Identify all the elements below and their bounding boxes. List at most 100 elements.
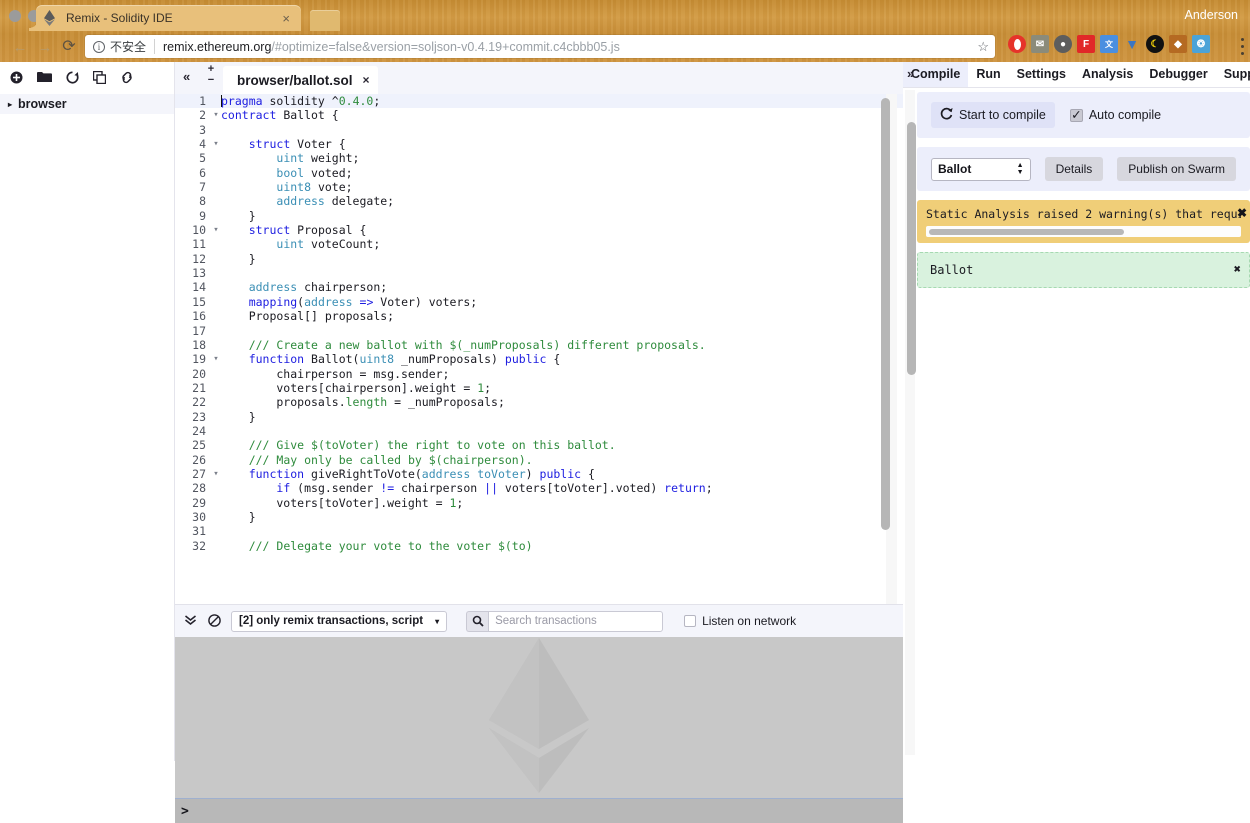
tab-analysis[interactable]: Analysis	[1074, 62, 1141, 87]
window-close-button[interactable]	[9, 10, 21, 22]
code-line[interactable]: 2▾contract Ballot {	[175, 108, 903, 122]
code-line[interactable]: 15 mapping(address => Voter) voters;	[175, 295, 903, 309]
code-line[interactable]: 27▾ function giveRightToVote(address toV…	[175, 467, 903, 481]
code-line[interactable]: 1pragma solidity ^0.4.0;	[175, 94, 903, 108]
new-tab-button[interactable]	[310, 10, 340, 31]
code-line[interactable]: 20 chairperson = msg.sender;	[175, 367, 903, 381]
code-editor[interactable]: 1pragma solidity ^0.4.0;2▾contract Ballo…	[175, 94, 903, 604]
info-circle-icon[interactable]: i	[93, 41, 105, 53]
opera-extension-icon[interactable]	[1008, 35, 1026, 53]
translate-extension-icon[interactable]: 文	[1100, 35, 1118, 53]
reload-icon[interactable]: ⟳	[59, 37, 79, 57]
code-line[interactable]: 10▾ struct Proposal {	[175, 223, 903, 237]
code-line[interactable]: 8 address delegate;	[175, 194, 903, 208]
profile-name[interactable]: Anderson	[1184, 8, 1238, 22]
code-line[interactable]: 19▾ function Ballot(uint8 _numProposals)…	[175, 352, 903, 366]
terminal-output[interactable]	[175, 637, 903, 798]
code-line[interactable]: 18 /// Create a new ballot with $(_numPr…	[175, 338, 903, 352]
auto-compile-checkbox[interactable]: ✓	[1070, 109, 1083, 122]
transaction-filter-select[interactable]: [2] only remix transactions, script ▾	[231, 611, 447, 632]
terminal-prompt[interactable]: >	[175, 798, 903, 823]
compile-result-box[interactable]: Ballot ✖	[917, 252, 1250, 288]
copy-icon[interactable]	[93, 71, 106, 84]
listen-on-network-checkbox[interactable]	[684, 615, 696, 627]
code-line[interactable]: 24	[175, 424, 903, 438]
tab-debugger[interactable]: Debugger	[1141, 62, 1215, 87]
code-line[interactable]: 28 if (msg.sender != chairperson || vote…	[175, 481, 903, 495]
code-line[interactable]: 22 proposals.length = _numProposals;	[175, 395, 903, 409]
code-line[interactable]: 29 voters[toVoter].weight = 1;	[175, 496, 903, 510]
file-tree-node-browser[interactable]: ▸ browser	[0, 94, 174, 114]
new-file-icon[interactable]	[10, 71, 23, 84]
fold-toggle-icon[interactable]: ▾	[211, 137, 221, 151]
contract-select[interactable]: Ballot ▲▼	[931, 158, 1031, 181]
editor-scrollbar-track[interactable]	[886, 94, 897, 604]
code-line[interactable]: 4▾ struct Voter {	[175, 137, 903, 151]
right-panel-scrollbar-thumb[interactable]	[907, 122, 916, 375]
code-line[interactable]: 26 /// May only be called by $(chairpers…	[175, 453, 903, 467]
close-icon[interactable]: ×	[279, 12, 293, 25]
browser-tab[interactable]: Remix - Solidity IDE ×	[36, 5, 301, 31]
tab-run[interactable]: Run	[968, 62, 1008, 87]
browser-menu-icon[interactable]	[1240, 38, 1244, 55]
mail-extension-icon[interactable]: ✉	[1031, 35, 1049, 53]
code-line[interactable]: 17	[175, 324, 903, 338]
moon-extension-icon[interactable]: ☾	[1146, 35, 1164, 53]
code-line[interactable]: 6 bool voted;	[175, 166, 903, 180]
evernote-extension-icon[interactable]: ●	[1054, 35, 1072, 53]
details-button[interactable]: Details	[1045, 157, 1104, 181]
code-line[interactable]: 31	[175, 524, 903, 538]
fold-toggle-icon[interactable]: ▾	[211, 223, 221, 237]
code-line[interactable]: 3	[175, 123, 903, 137]
search-input[interactable]: Search transactions	[488, 611, 663, 632]
fold-toggle-icon[interactable]: ▾	[211, 467, 221, 481]
fox-extension-icon[interactable]: ◆	[1169, 35, 1187, 53]
code-lines[interactable]: 1pragma solidity ^0.4.0;2▾contract Ballo…	[175, 94, 903, 553]
publish-on-swarm-button[interactable]: Publish on Swarm	[1117, 157, 1236, 181]
close-icon[interactable]: ×	[363, 73, 370, 87]
refresh-icon[interactable]	[66, 71, 79, 84]
code-line[interactable]: 14 address chairperson;	[175, 280, 903, 294]
start-to-compile-button[interactable]: Start to compile	[931, 102, 1055, 128]
code-line[interactable]: 7 uint8 vote;	[175, 180, 903, 194]
code-line[interactable]: 5 uint weight;	[175, 151, 903, 165]
fold-toggle-icon[interactable]: ▾	[211, 352, 221, 366]
fold-toggle-icon[interactable]: ▾	[211, 108, 221, 122]
chevron-right-icon[interactable]: ▸	[8, 100, 12, 109]
code-line[interactable]: 16 Proposal[] proposals;	[175, 309, 903, 323]
collapse-right-icon[interactable]: »	[907, 66, 914, 81]
code-line[interactable]: 12 }	[175, 252, 903, 266]
forward-icon[interactable]: →	[35, 37, 55, 57]
close-icon[interactable]: ✖	[1234, 262, 1241, 276]
font-size-controls[interactable]: + −	[204, 64, 218, 86]
code-line[interactable]: 25 /// Give $(toVoter) the right to vote…	[175, 438, 903, 452]
bookmark-star-icon[interactable]: ☆	[977, 39, 989, 54]
code-line[interactable]: 13	[175, 266, 903, 280]
listen-on-network-group[interactable]: Listen on network	[684, 614, 796, 628]
link-icon[interactable]	[120, 71, 134, 84]
right-panel-scrollbar-track[interactable]	[905, 90, 915, 755]
warning-scrollbar-thumb[interactable]	[929, 229, 1124, 235]
tab-support[interactable]: Support	[1216, 62, 1250, 87]
compass-extension-icon[interactable]: ❂	[1192, 35, 1210, 53]
open-folder-icon[interactable]	[37, 71, 52, 83]
warning-scrollbar-track[interactable]	[926, 226, 1241, 237]
code-line[interactable]: 32 /// Delegate your vote to the voter $…	[175, 539, 903, 553]
static-analysis-warning[interactable]: Static Analysis raised 2 warning(s) that…	[917, 200, 1250, 243]
code-line[interactable]: 30 }	[175, 510, 903, 524]
y-extension-icon[interactable]: ▼	[1123, 35, 1141, 53]
code-line[interactable]: 9 }	[175, 209, 903, 223]
address-bar[interactable]: i 不安全 remix.ethereum.org/#optimize=false…	[85, 35, 995, 58]
flipboard-extension-icon[interactable]: F	[1077, 35, 1095, 53]
search-icon[interactable]	[466, 611, 488, 632]
font-decrease-icon[interactable]: −	[204, 75, 218, 86]
code-line[interactable]: 23 }	[175, 410, 903, 424]
code-line[interactable]: 21 voters[chairperson].weight = 1;	[175, 381, 903, 395]
editor-scrollbar-thumb[interactable]	[881, 98, 890, 530]
collapse-left-icon[interactable]: «	[183, 69, 190, 84]
tab-settings[interactable]: Settings	[1009, 62, 1074, 87]
close-icon[interactable]: ✖	[1237, 206, 1247, 220]
auto-compile-group[interactable]: ✓ Auto compile	[1070, 108, 1161, 122]
collapse-terminal-icon[interactable]	[183, 615, 198, 628]
editor-file-tab[interactable]: browser/ballot.sol ×	[223, 66, 378, 94]
